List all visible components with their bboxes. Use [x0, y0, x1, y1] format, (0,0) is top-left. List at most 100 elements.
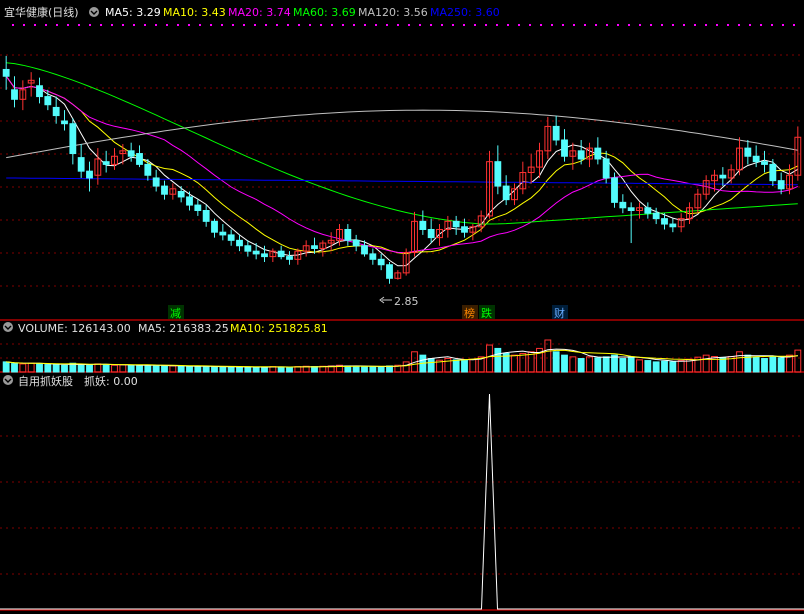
signal-dot [276, 24, 278, 26]
signal-dot [463, 24, 465, 26]
candle-body [236, 239, 243, 247]
volume-bar [794, 349, 802, 373]
candle-body [77, 157, 85, 172]
candle-body [611, 177, 618, 203]
volume-bar [277, 366, 285, 373]
signal-dot [199, 24, 201, 26]
ma60-label: MA60: 3.69 [293, 6, 356, 19]
ma10-label: MA10: 3.43 [163, 6, 226, 19]
volume-bar [194, 365, 202, 373]
candle-body [377, 258, 385, 266]
indicator-panel-header: 自用抓妖股 抓妖: 0.00 [3, 374, 138, 388]
signal-dot [89, 24, 91, 26]
signal-dot [562, 24, 564, 26]
candle-body [69, 123, 77, 155]
volume-label: VOLUME: 126143.00 [18, 322, 131, 335]
signal-dot [243, 24, 245, 26]
volume-bar [77, 363, 85, 373]
volume-bar [311, 366, 318, 373]
candle-body [744, 147, 752, 157]
candle-body [144, 163, 152, 176]
candle-body [386, 264, 393, 279]
candle-body [627, 207, 635, 211]
candle-body [427, 228, 435, 239]
price-panel-header: 宜华健康(日线) MA5: 3.29 MA10: 3.43 MA20: 3.74… [4, 5, 500, 19]
volume-bar [27, 362, 35, 373]
volume-bar [127, 364, 135, 373]
signal-dot [353, 24, 355, 26]
event-tag-reduce[interactable]: 减 [168, 305, 184, 320]
volume-panel-header: VOLUME: 126143.00 MA5: 216383.25 MA10: 2… [3, 322, 328, 335]
ma20-line [5, 75, 798, 254]
candle-body [136, 153, 143, 165]
volume-bar [669, 361, 677, 373]
signal-dot [518, 24, 520, 26]
volume-bar [661, 360, 668, 373]
volume-bar [211, 366, 218, 373]
indicator-collapse-icon[interactable] [3, 375, 13, 385]
candle-body [102, 161, 110, 165]
volume-bar [652, 361, 660, 373]
volume-bar [519, 352, 527, 373]
signal-dot [452, 24, 454, 26]
signal-dot [419, 24, 421, 26]
volume-bar [469, 358, 477, 373]
low-price-label: 2.85 [394, 295, 419, 308]
volume-bar [486, 344, 493, 373]
signal-dot [155, 24, 157, 26]
signal-dot [45, 24, 47, 26]
ma120-label: MA120: 3.56 [358, 6, 428, 19]
volume-bar [619, 358, 627, 373]
candle-body [227, 234, 235, 241]
event-tag-finance[interactable]: 财 [552, 305, 568, 320]
volume-bar [427, 358, 435, 373]
candle-body [419, 220, 427, 230]
event-tag-list[interactable]: 榜 [462, 305, 478, 320]
candle-body [594, 147, 602, 160]
signal-dot [12, 24, 14, 26]
volume-bar [44, 364, 52, 373]
candle-body [127, 150, 135, 157]
volume-bar [19, 363, 27, 373]
signal-dot [485, 24, 487, 26]
signal-dot [441, 24, 443, 26]
volume-bar [144, 364, 152, 373]
signal-dot [584, 24, 586, 26]
volume-bar [36, 363, 43, 373]
volume-bar [577, 358, 585, 373]
signal-dot [716, 24, 718, 26]
volume-bar [711, 356, 718, 373]
svg-text:减: 减 [170, 307, 181, 320]
signal-dot [331, 24, 333, 26]
signal-dot [34, 24, 36, 26]
signal-dot [166, 24, 168, 26]
signal-dot [606, 24, 608, 26]
signal-dot [782, 24, 784, 26]
signal-dot [287, 24, 289, 26]
signal-dot [122, 24, 124, 26]
signal-dot [309, 24, 311, 26]
signal-dot [78, 24, 80, 26]
candle-body [644, 207, 652, 214]
volume-bar [544, 339, 552, 373]
volume-bar [636, 359, 643, 373]
volume-bar [677, 360, 685, 373]
indicator-line [0, 393, 804, 610]
collapse-icon[interactable] [89, 7, 99, 17]
candle-body [261, 253, 268, 258]
indicator-value: 抓妖: 0.00 [84, 374, 138, 388]
signal-dot [232, 24, 234, 26]
volume-ma10-line [6, 349, 798, 368]
volume-bar [94, 363, 102, 373]
volume-bar [552, 351, 560, 373]
candlesticks [2, 55, 802, 284]
volume-collapse-icon[interactable] [3, 322, 13, 332]
candle-body [252, 250, 260, 255]
candle-body [369, 253, 377, 260]
signal-dot [254, 24, 256, 26]
signal-dot [430, 24, 432, 26]
event-tag-drop[interactable]: 跌 [479, 305, 495, 320]
volume-bar [52, 364, 60, 373]
volume-bar [752, 356, 760, 373]
candle-body [669, 223, 677, 228]
